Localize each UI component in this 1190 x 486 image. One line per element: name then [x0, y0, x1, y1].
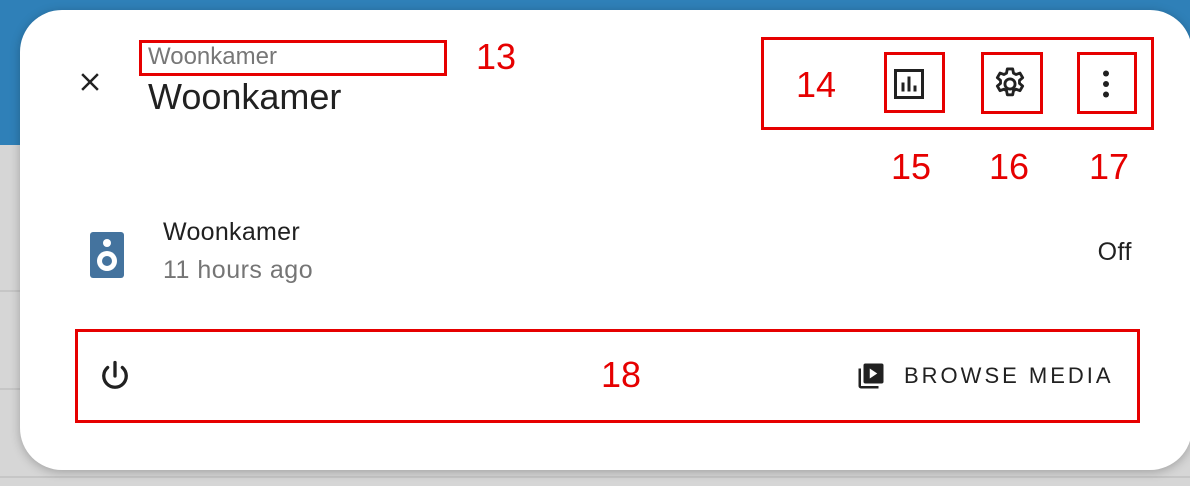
settings-gear-icon: [995, 67, 1025, 97]
more-options-button[interactable]: [1084, 62, 1128, 106]
history-chart-icon: [894, 69, 924, 99]
close-icon: [81, 73, 99, 91]
play-box-multiple-icon: [858, 363, 884, 389]
entity-row[interactable]: Woonkamer 11 hours ago Off: [20, 210, 1190, 300]
power-button[interactable]: [93, 354, 137, 398]
browse-media-label: BROWSE MEDIA: [904, 363, 1114, 388]
breadcrumb: Woonkamer: [148, 43, 277, 70]
entity-name: Woonkamer: [163, 218, 301, 246]
entity-last-changed: 11 hours ago: [163, 256, 314, 284]
entity-state: Off: [1097, 238, 1132, 266]
speaker-icon: [90, 232, 124, 278]
background-divider: [0, 476, 1190, 478]
more-vertical-icon: [1103, 70, 1109, 98]
more-info-dialog: Woonkamer Woonkamer Woonkamer 11 hours a…: [20, 10, 1190, 470]
history-button[interactable]: [887, 62, 931, 106]
browse-media-button[interactable]: BROWSE MEDIA: [856, 356, 1114, 396]
power-icon: [102, 360, 128, 389]
dialog-title: Woonkamer: [148, 76, 342, 117]
settings-button[interactable]: [988, 62, 1032, 106]
close-button[interactable]: [70, 62, 110, 102]
